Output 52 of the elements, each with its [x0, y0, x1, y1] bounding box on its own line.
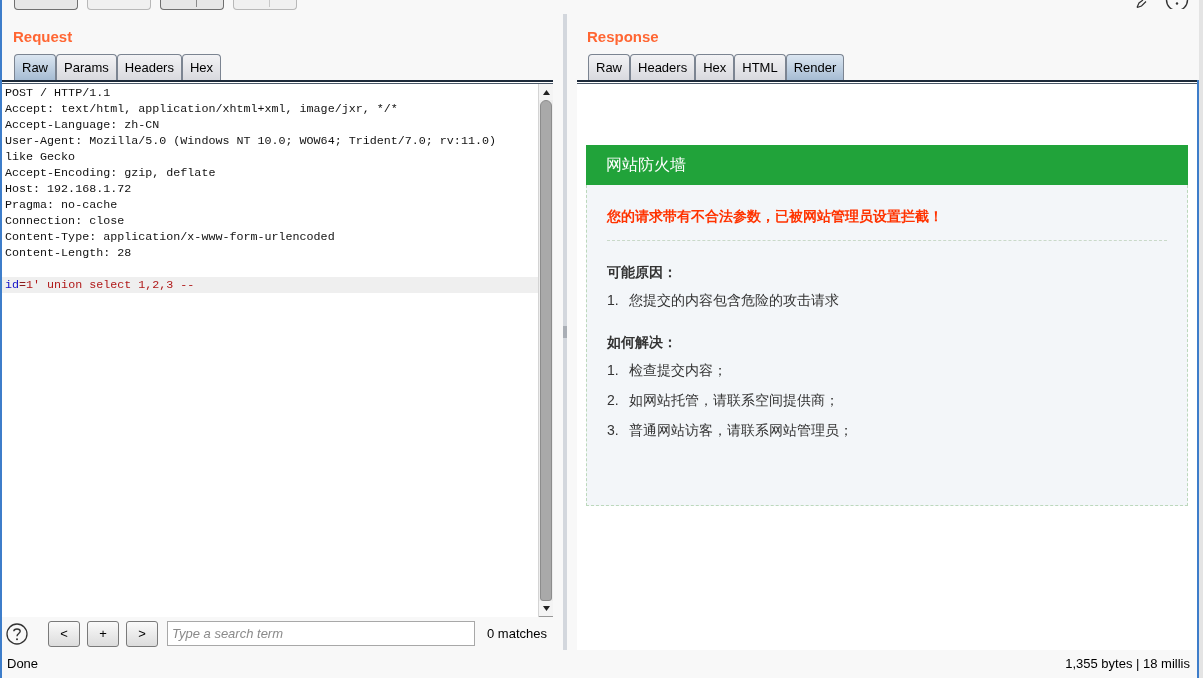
- section-heading: 如何解决：: [607, 334, 677, 350]
- scrollbar-thumb[interactable]: [540, 100, 552, 601]
- tab[interactable]: HTML: [734, 54, 786, 80]
- tab[interactable]: Raw: [14, 54, 56, 80]
- down-arrow-icon: [542, 606, 550, 611]
- search-nav-button[interactable]: +: [87, 620, 119, 647]
- code-line: Pragma: no-cache: [5, 198, 118, 212]
- tab[interactable]: Raw: [588, 54, 630, 80]
- panel-title: Response: [587, 28, 659, 45]
- tab[interactable]: Render: [785, 54, 845, 80]
- code-line: Content-Length: 28: [5, 246, 132, 260]
- list-item-text: 普通网站访客，请联系网站管理员；: [629, 421, 853, 440]
- code-line: POST / HTTP/1.1: [5, 86, 111, 100]
- code-line: Connection: close: [5, 214, 125, 228]
- code-line: Accept-Language: zh-CN: [5, 118, 160, 132]
- status-text: Done: [7, 655, 39, 674]
- match-count: 0 matches: [487, 624, 547, 643]
- search-nav-button[interactable]: >: [126, 620, 158, 647]
- firewall-title: 网站防火墙: [606, 155, 686, 175]
- list-item-text: 您提交的内容包含危险的攻击请求: [629, 291, 839, 310]
- tab[interactable]: Hex: [181, 54, 222, 80]
- code-line: Accept: text/html, application/xhtml+xml, image/jxr, */*: [5, 102, 398, 116]
- tab[interactable]: Hex: [695, 54, 735, 80]
- search-field[interactable]: Type a search term: [167, 621, 475, 646]
- code-line: User-Agent: Mozilla/5.0 (Windows NT 10.0; WOW64; Trident/7.0; rv:11.0): [5, 134, 496, 148]
- toolbar-button[interactable]: [160, 0, 224, 10]
- scroll-up-button[interactable]: [539, 84, 553, 100]
- tab[interactable]: Headers: [630, 54, 696, 80]
- section-heading: 可能原因：: [607, 264, 677, 280]
- scroll-down-button[interactable]: [539, 601, 553, 617]
- panel-title: Request: [13, 28, 73, 45]
- code-line: Content-Type: application/x-www-form-urlencoded: [5, 230, 335, 244]
- code-line: Host: 192.168.1.72: [5, 182, 132, 196]
- code-line: Accept-Encoding: gzip, deflate: [5, 166, 216, 180]
- splitter-handle[interactable]: [563, 14, 567, 650]
- up-arrow-icon: [542, 89, 550, 95]
- list-item-text: 如网站托管，请联系空间提供商；: [629, 391, 839, 410]
- code-line: id=1' union select 1,2,3 --: [5, 278, 195, 292]
- block-message: 您的请求带有不合法参数，已被网站管理员设置拦截！: [607, 208, 943, 224]
- response-stats: 1,355 bytes | 18 millis: [1065, 655, 1190, 674]
- list-number: 3.: [607, 421, 620, 440]
- search-nav-button[interactable]: <: [48, 620, 80, 647]
- list-number: 2.: [607, 391, 620, 410]
- help-icon[interactable]: [6, 622, 28, 645]
- tab[interactable]: Headers: [116, 54, 182, 80]
- list-number: 1.: [607, 361, 620, 380]
- toolbar-button[interactable]: [14, 0, 78, 10]
- list-item-text: 检查提交内容；: [629, 361, 727, 380]
- code-line: like Gecko: [5, 150, 76, 164]
- help-icon[interactable]: [1165, 0, 1189, 9]
- tab[interactable]: Params: [56, 54, 117, 80]
- list-number: 1.: [607, 291, 620, 310]
